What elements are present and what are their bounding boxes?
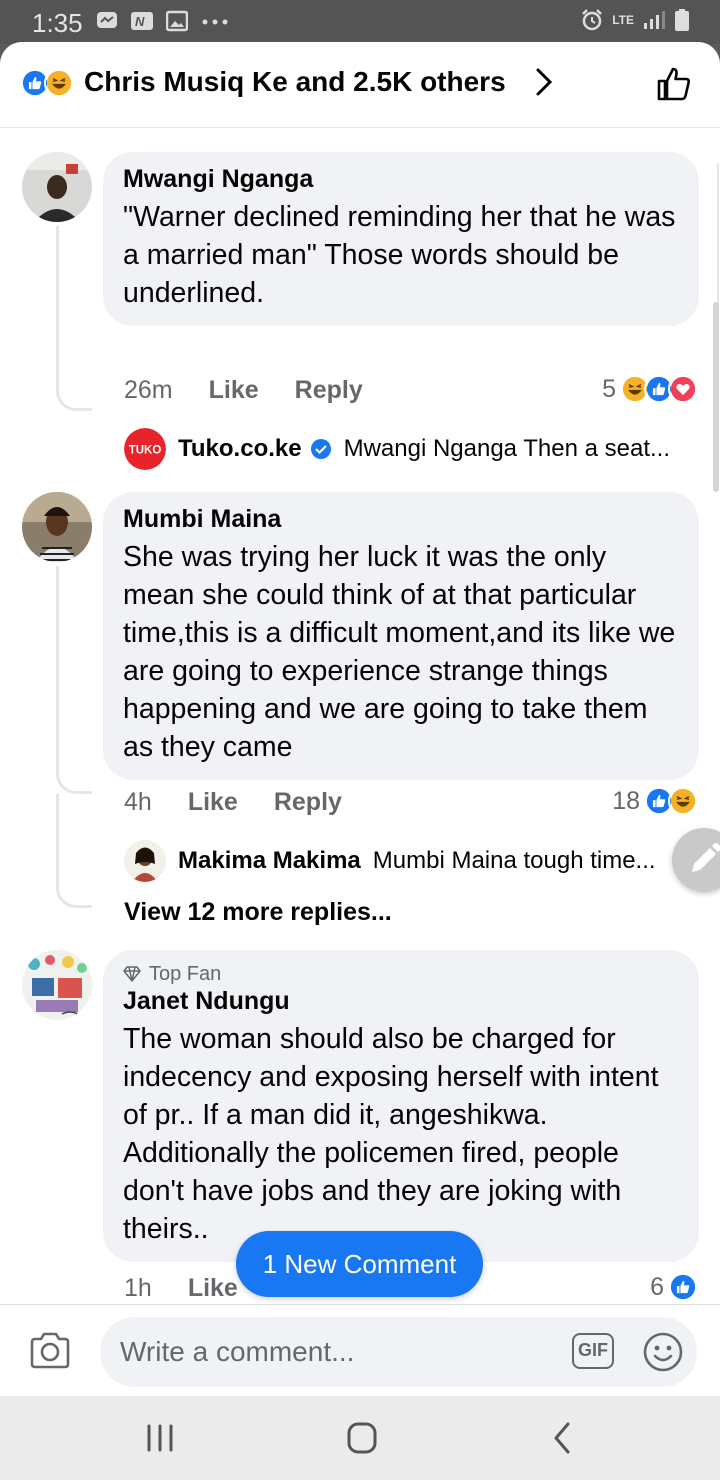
- reply-author[interactable]: Tuko.co.ke: [178, 435, 302, 463]
- system-status-icons: LTE: [580, 8, 690, 32]
- reaction-summary[interactable]: 18: [612, 786, 698, 816]
- reaction-count: 6: [650, 1272, 664, 1301]
- verified-badge-icon: [310, 439, 331, 459]
- like-icon: [668, 1272, 698, 1302]
- alarm-icon: [582, 9, 603, 31]
- reply-preview[interactable]: TUKO Tuko.co.ke Mwangi Nganga Then a sea…: [124, 428, 670, 470]
- thread-line: [56, 566, 92, 794]
- signal-icon: [644, 11, 665, 29]
- top-fan-label: Top Fan: [149, 963, 222, 985]
- top-fan-badge: Top Fan: [123, 962, 679, 986]
- camera-icon[interactable]: [28, 1329, 72, 1373]
- new-comment-button[interactable]: 1 New Comment: [236, 1231, 483, 1297]
- like-outline-icon[interactable]: [654, 64, 694, 104]
- reply-button[interactable]: Reply: [295, 376, 363, 405]
- gif-button[interactable]: GIF: [572, 1333, 614, 1369]
- svg-text:N: N: [135, 14, 145, 29]
- comment-author[interactable]: Mumbi Maina: [123, 504, 679, 534]
- comment-actions: 1h Like: [124, 1274, 238, 1303]
- reply-preview[interactable]: Makima Makima Mumbi Maina tough time...: [124, 840, 656, 882]
- status-time: 1:35: [32, 8, 83, 38]
- network-type: LTE: [612, 13, 634, 27]
- reply-author[interactable]: Makima Makima: [178, 847, 361, 875]
- haha-icon: [44, 68, 74, 98]
- header-reaction-icons: [20, 68, 76, 98]
- comment-time: 1h: [124, 1274, 152, 1302]
- comment-input-pill: GIF: [100, 1317, 697, 1387]
- tuko-logo-text: TUKO: [129, 445, 162, 457]
- haha-icon: [668, 786, 698, 816]
- chevron-right-icon[interactable]: [528, 66, 560, 98]
- notification-icons: N: [96, 10, 230, 32]
- comments-sheet: Chris Musiq Ke and 2.5K others Mwangi Ng…: [0, 42, 720, 1396]
- more-notifications-icon: [202, 19, 228, 25]
- reply-preview-text: Mwangi Nganga Then a seat...: [343, 435, 671, 462]
- reply-preview-text: Mumbi Maina tough time...: [372, 847, 656, 874]
- reply-button[interactable]: Reply: [274, 788, 342, 817]
- back-icon[interactable]: [544, 1420, 584, 1456]
- system-nav-bar: [0, 1396, 720, 1480]
- scrollbar-thumb[interactable]: [713, 302, 719, 492]
- comment-text: "Warner declined reminding her that he w…: [123, 201, 676, 309]
- thread-line: [56, 226, 92, 411]
- gallery-notification-icon: [166, 10, 188, 32]
- avatar-mwangi-nganga[interactable]: [22, 152, 92, 222]
- reaction-summary[interactable]: 5: [602, 374, 698, 404]
- like-button[interactable]: Like: [188, 788, 238, 817]
- battery-icon: [675, 9, 689, 31]
- reactions-header[interactable]: Chris Musiq Ke and 2.5K others: [0, 42, 720, 128]
- avatar-mumbi-maina[interactable]: [22, 492, 92, 562]
- pencil-icon: [692, 843, 720, 872]
- comment-composer: GIF: [0, 1304, 720, 1396]
- comment-author[interactable]: Janet Ndungu: [123, 986, 679, 1016]
- recent-apps-icon[interactable]: [140, 1420, 180, 1456]
- comment-author[interactable]: Mwangi Nganga: [123, 164, 679, 194]
- comments-feed[interactable]: Mwangi Nganga "Warner declined reminding…: [0, 128, 720, 1304]
- emoji-icon[interactable]: [642, 1331, 684, 1373]
- status-bar: 1:35 N LTE: [0, 0, 720, 44]
- diamond-icon: [123, 966, 141, 982]
- avatar-janet-ndungu[interactable]: [22, 950, 92, 1020]
- comment-time: 4h: [124, 788, 152, 816]
- comment-bubble[interactable]: Top Fan Janet Ndungu The woman should al…: [103, 950, 699, 1262]
- comment-actions: 4h Like Reply: [124, 788, 342, 817]
- comment-text: She was trying her luck it was the only …: [123, 541, 676, 763]
- comment-input[interactable]: [120, 1317, 550, 1387]
- reaction-count: 5: [602, 374, 616, 403]
- reaction-count: 18: [612, 786, 640, 815]
- view-more-replies-link[interactable]: View 12 more replies...: [124, 898, 392, 927]
- like-button[interactable]: Like: [188, 1274, 238, 1303]
- like-button[interactable]: Like: [209, 376, 259, 405]
- comment-bubble[interactable]: Mumbi Maina She was trying her luck it w…: [103, 492, 699, 780]
- compose-fab[interactable]: [672, 828, 720, 892]
- reactions-summary-text[interactable]: Chris Musiq Ke and 2.5K others: [84, 66, 506, 98]
- comment-time: 26m: [124, 376, 173, 404]
- home-icon[interactable]: [342, 1420, 382, 1456]
- messenger-notification-icon: [97, 12, 117, 28]
- avatar-makima-makima[interactable]: [124, 840, 166, 882]
- love-icon: [668, 374, 698, 404]
- comment-text: The woman should also be charged for ind…: [123, 1023, 659, 1245]
- comment-actions: 26m Like Reply: [124, 376, 363, 405]
- reaction-summary[interactable]: 6: [650, 1272, 698, 1302]
- comment-bubble[interactable]: Mwangi Nganga "Warner declined reminding…: [103, 152, 699, 326]
- news-notification-icon: N: [131, 12, 153, 30]
- thread-line: [56, 794, 92, 908]
- tuko-logo[interactable]: TUKO: [124, 428, 166, 470]
